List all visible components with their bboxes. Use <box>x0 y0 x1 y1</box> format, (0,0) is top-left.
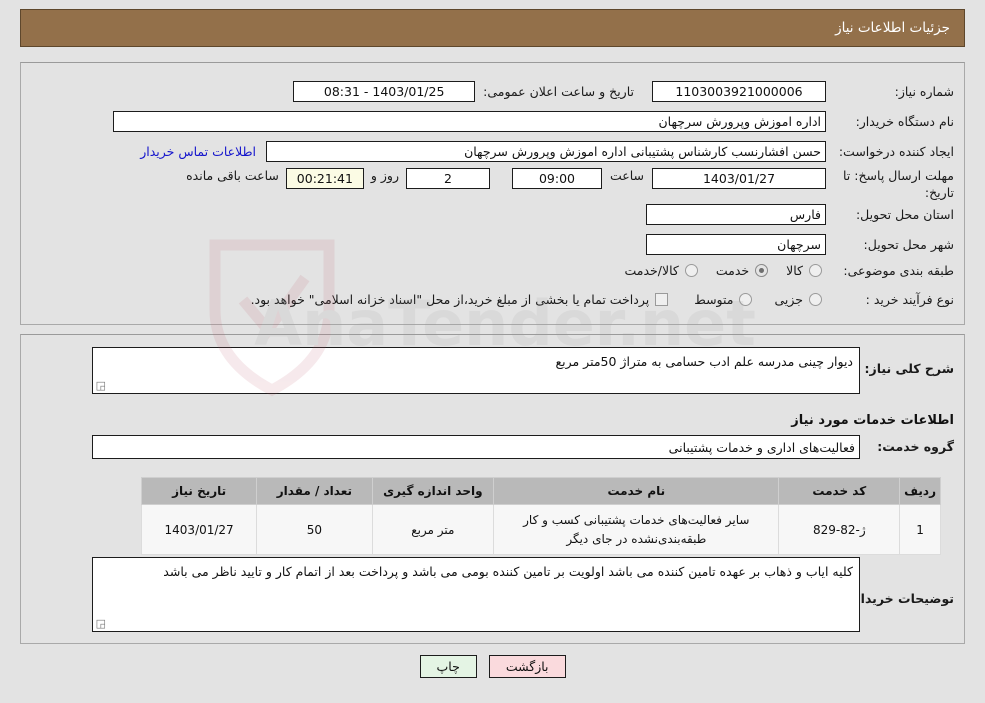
purchase-option-motavaset[interactable]: متوسط <box>692 292 753 307</box>
page-root: AnaTender.net . جزئیات اطلاعات نیاز شمار… <box>0 0 985 703</box>
purchase-radio-motavaset[interactable] <box>739 293 753 306</box>
cell-row-no: 1 <box>899 503 941 556</box>
announce-datetime-label: تاریخ و ساعت اعلان عمومی: <box>483 84 634 99</box>
category-label: طبقه بندی موضوعی: <box>843 263 954 278</box>
deadline-date-field[interactable]: 1403/01/27 <box>652 168 826 189</box>
col-service-name: نام خدمت <box>493 477 780 505</box>
print-button[interactable]: چاپ <box>419 655 477 678</box>
treasury-note-text: پرداخت تمام یا بخشی از مبلغ خرید،از محل … <box>250 292 650 307</box>
services-panel: شرح کلی نیاز: دیوار چینی مدرسه علم ادب ح… <box>20 334 965 644</box>
table-header-row: ردیف کد خدمت نام خدمت واحد اندازه گیری ت… <box>140 477 941 505</box>
page-title-bar: جزئیات اطلاعات نیاز <box>20 9 965 47</box>
row-purchase-process: نوع فرآیند خرید : جزیی متوسط پرداخت تمام… <box>249 292 954 307</box>
category-option-kala-khedmat[interactable]: کالا/خدمت <box>622 263 698 278</box>
buyer-notes-textarea[interactable]: کلیه ایاب و ذهاب بر عهده تامین کننده می … <box>92 557 860 632</box>
category-label-khedmat: خدمت <box>715 263 750 278</box>
requester-label: ایجاد کننده درخواست: <box>838 144 954 159</box>
buyer-contact-link[interactable]: اطلاعات تماس خریدار <box>140 144 256 159</box>
row-category: طبقه بندی موضوعی: کالا خدمت کالا/خدمت <box>622 263 954 278</box>
category-option-khedmat[interactable]: خدمت <box>714 263 769 278</box>
deadline-time-label: ساعت <box>609 168 644 183</box>
page-title: جزئیات اطلاعات نیاز <box>835 20 950 36</box>
row-city: شهر محل تحویل: سرچهان <box>646 234 954 255</box>
cell-unit: متر مربع <box>371 503 495 556</box>
category-label-kala: کالا <box>786 263 803 278</box>
treasury-checkbox[interactable] <box>655 293 669 306</box>
back-button[interactable]: بازگشت <box>488 655 566 678</box>
requester-field[interactable]: حسن افشارنسب کارشناس پشتیبانی اداره اموز… <box>266 141 826 162</box>
resize-grip-icon[interactable]: ◲ <box>96 380 106 391</box>
purchase-process-label: نوع فرآیند خرید : <box>865 292 954 307</box>
service-group-label: گروه خدمت: <box>877 439 954 454</box>
buyer-org-label: نام دستگاه خریدار: <box>855 114 954 129</box>
service-group-field[interactable]: فعالیت‌های اداری و خدمات پشتیبانی <box>92 435 860 459</box>
buyer-org-field[interactable]: اداره اموزش وپرورش سرچهان <box>113 111 826 132</box>
purchase-radio-jozii[interactable] <box>809 293 822 306</box>
deadline-time-field[interactable]: 09:00 <box>511 168 602 189</box>
cell-service-code: ژ-82-829 <box>778 503 901 556</box>
treasury-note-group[interactable]: پرداخت تمام یا بخشی از مبلغ خرید،از محل … <box>249 292 669 307</box>
province-label: استان محل تحویل: <box>855 207 954 222</box>
row-requester: ایجاد کننده درخواست: حسن افشارنسب کارشنا… <box>140 141 954 162</box>
col-quantity: تعداد / مقدار <box>256 477 373 505</box>
need-info-panel: شماره نیاز: 1103003921000006 تاریخ و ساع… <box>20 62 965 325</box>
need-number-label: شماره نیاز: <box>894 84 954 99</box>
cell-need-date: 1403/01/27 <box>140 503 258 556</box>
deadline-days-label: روز و <box>370 168 399 183</box>
resize-grip-icon-notes[interactable]: ◲ <box>96 618 106 629</box>
col-unit: واحد اندازه گیری <box>371 477 495 505</box>
purchase-label-motavaset: متوسط <box>694 292 734 307</box>
col-row-no: ردیف <box>899 477 941 505</box>
deadline-countdown-field: 00:21:41 <box>285 168 364 189</box>
row-announce-datetime: تاریخ و ساعت اعلان عمومی: 1403/01/25 - 0… <box>293 81 634 102</box>
province-field[interactable]: فارس <box>646 204 826 225</box>
table-row: 1 ژ-82-829 سایر فعالیت‌های خدمات پشتیبان… <box>140 503 941 556</box>
buyer-notes-value: کلیه ایاب و ذهاب بر عهده تامین کننده می … <box>163 564 853 579</box>
description-label: شرح کلی نیاز: <box>864 361 954 376</box>
cell-service-name: سایر فعالیت‌های خدمات پشتیبانی کسب و کار… <box>493 503 780 556</box>
category-label-kala-khedmat: کالا/خدمت <box>624 263 679 278</box>
purchase-option-jozii[interactable]: جزیی <box>772 292 822 307</box>
row-province: استان محل تحویل: فارس <box>646 204 954 225</box>
col-need-date: تاریخ نیاز <box>140 477 258 505</box>
services-heading: اطلاعات خدمات مورد نیاز <box>791 413 954 428</box>
announce-datetime-field[interactable]: 1403/01/25 - 08:31 <box>293 81 476 102</box>
services-table: ردیف کد خدمت نام خدمت واحد اندازه گیری ت… <box>140 477 941 556</box>
category-radio-khedmat[interactable] <box>755 264 769 277</box>
action-button-bar: بازگشت چاپ <box>0 655 985 678</box>
cell-quantity: 50 <box>256 503 373 556</box>
col-service-code: کد خدمت <box>778 477 901 505</box>
city-label: شهر محل تحویل: <box>863 237 954 252</box>
deadline-days-field[interactable]: 2 <box>405 168 490 189</box>
row-deadline: مهلت ارسال پاسخ: تا تاریخ: 1403/01/27 سا… <box>186 168 954 202</box>
purchase-label-jozii: جزیی <box>774 292 803 307</box>
buyer-notes-label: توضیحات خریدار: <box>848 591 954 606</box>
description-textarea[interactable]: دیوار چینی مدرسه علم ادب حسامی به متراژ … <box>92 347 860 394</box>
row-buyer-org: نام دستگاه خریدار: اداره اموزش وپرورش سر… <box>113 111 954 132</box>
description-value: دیوار چینی مدرسه علم ادب حسامی به متراژ … <box>555 354 853 369</box>
category-radio-kala[interactable] <box>809 264 822 277</box>
city-field[interactable]: سرچهان <box>646 234 826 255</box>
deadline-label: مهلت ارسال پاسخ: تا تاریخ: <box>843 168 954 200</box>
row-need-number: شماره نیاز: 1103003921000006 <box>652 81 954 102</box>
category-option-kala[interactable]: کالا <box>784 263 822 278</box>
category-radio-kala-khedmat[interactable] <box>684 264 698 277</box>
need-number-field[interactable]: 1103003921000006 <box>652 81 826 102</box>
deadline-countdown-label: ساعت باقی مانده <box>186 168 279 183</box>
